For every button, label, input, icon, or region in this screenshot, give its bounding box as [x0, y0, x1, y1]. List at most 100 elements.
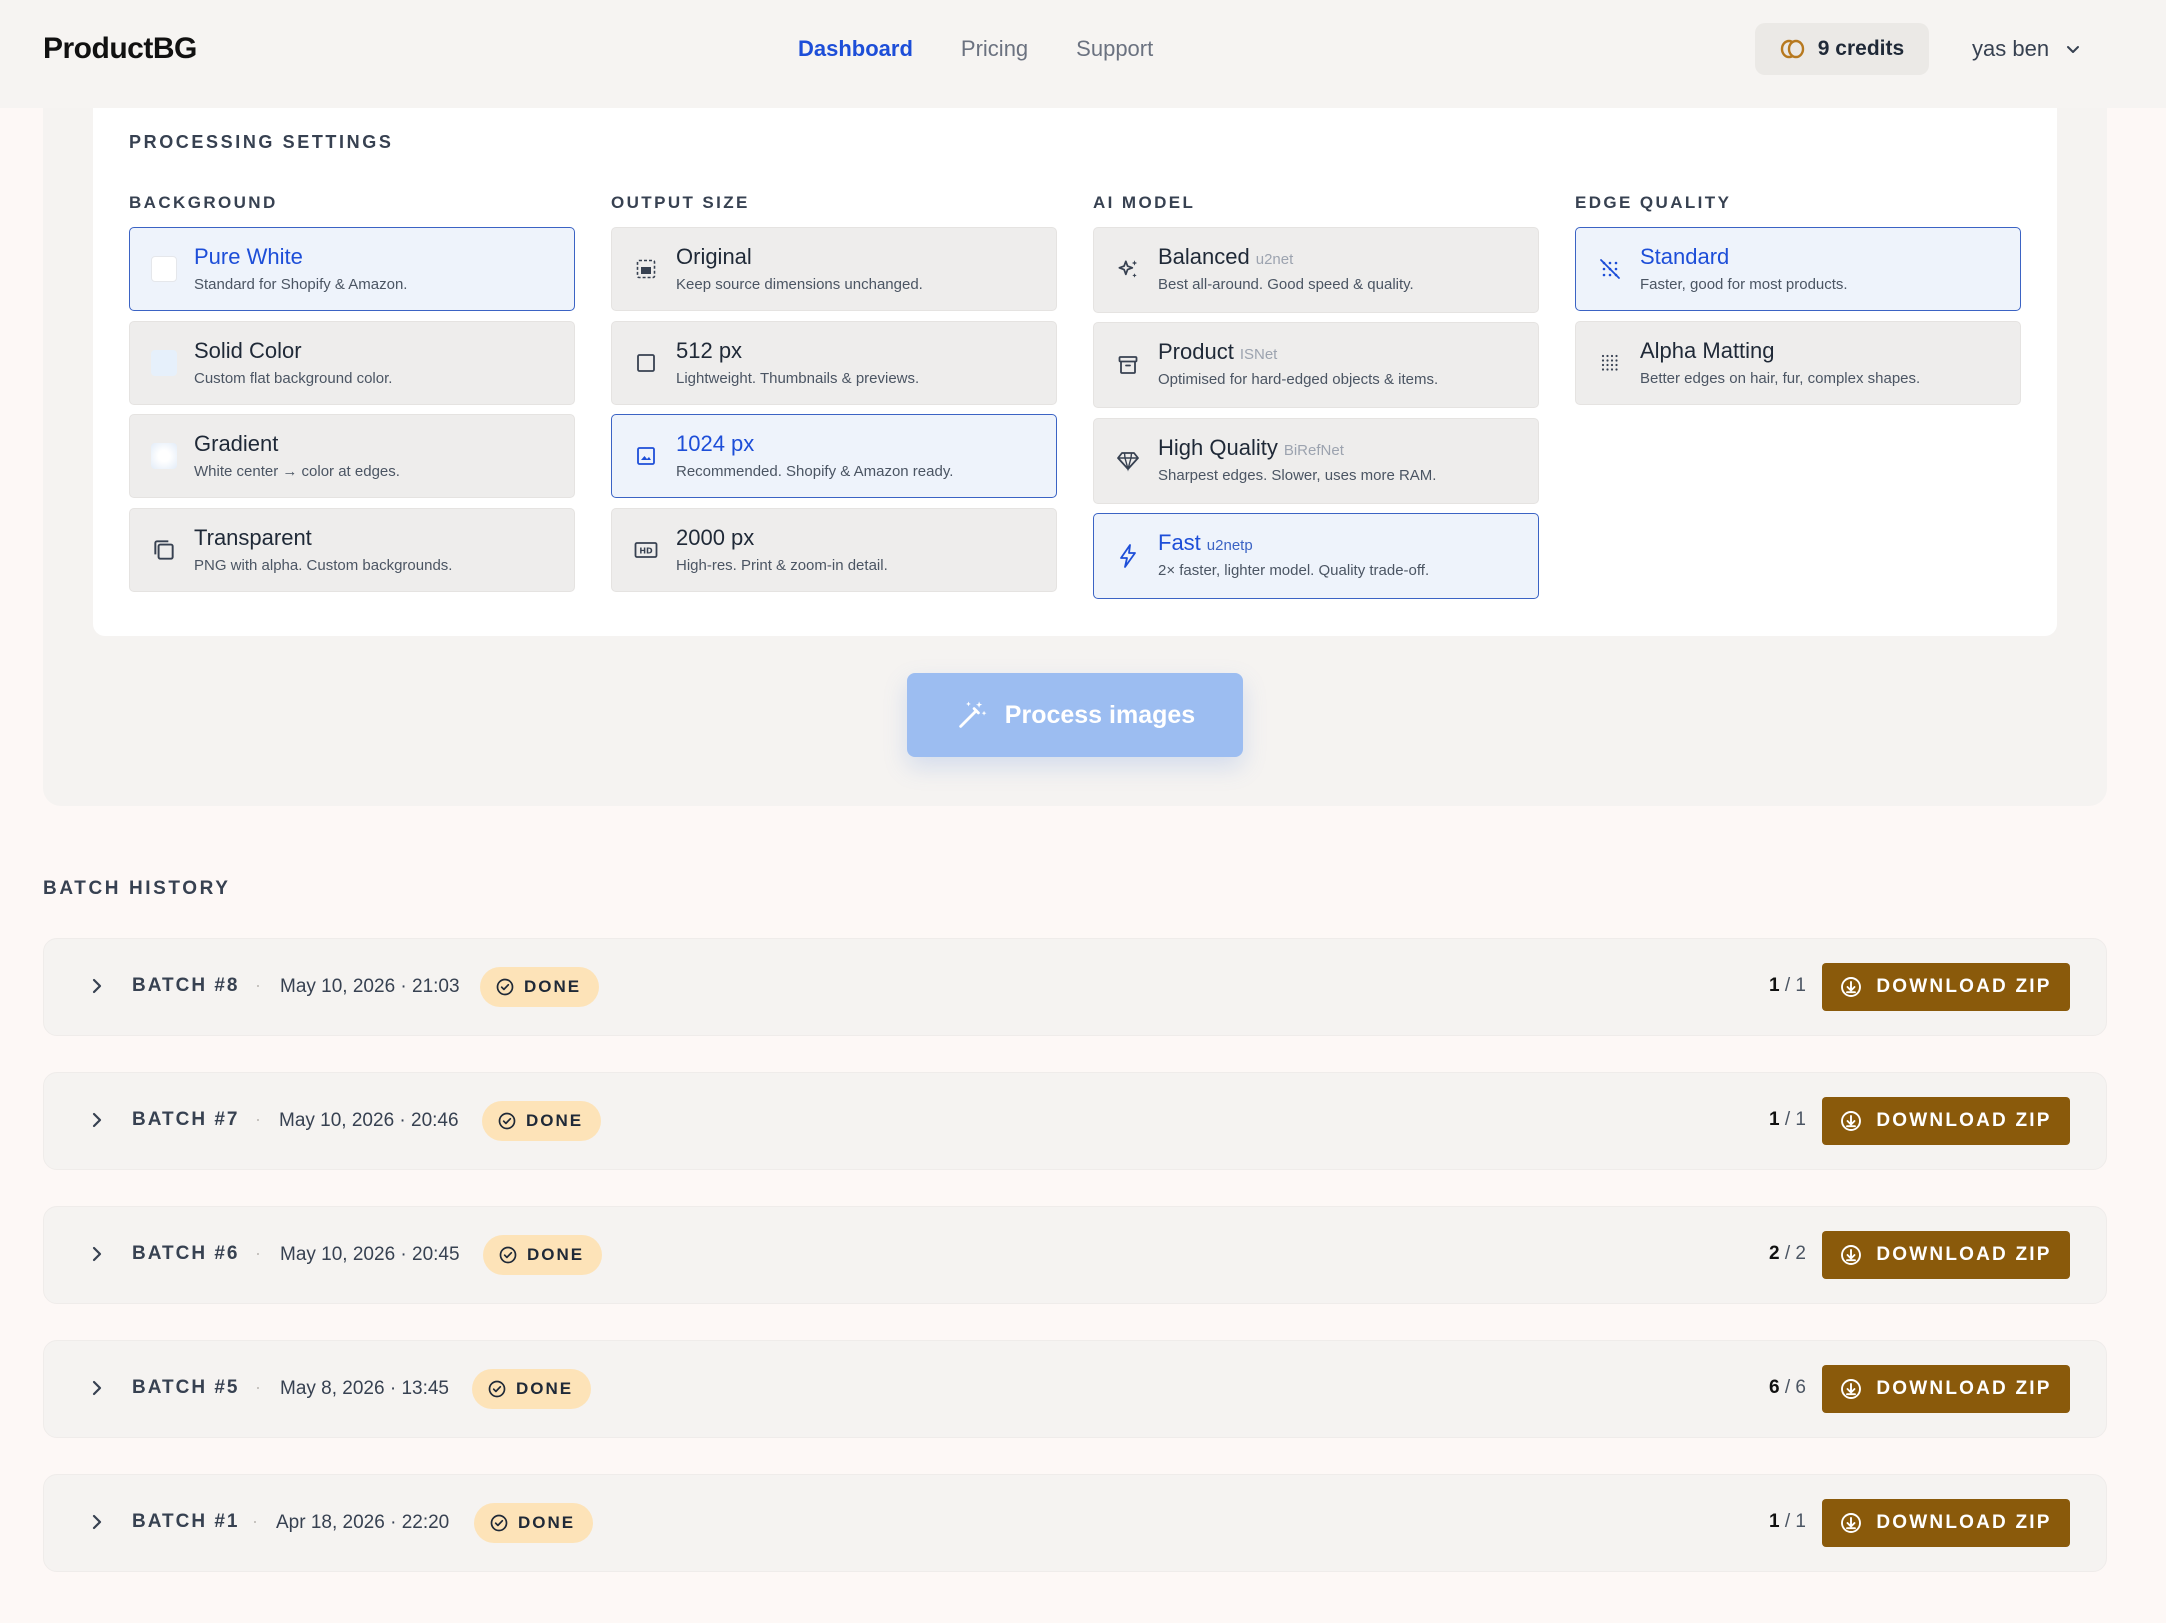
status-label: DONE — [516, 1379, 574, 1398]
batch-date: May 10, 2026 · 21:03 — [280, 976, 460, 997]
option-solid-color[interactable]: Solid Color Custom flat background color… — [129, 321, 575, 405]
option-product[interactable]: Product ISNet Optimised for hard-edged ob… — [1093, 322, 1539, 408]
batch-count: 2 / 2 — [1769, 1243, 1806, 1264]
check-circle-icon — [488, 1380, 506, 1398]
chevron-right-icon[interactable] — [86, 1511, 108, 1533]
batch-date: May 10, 2026 · 20:45 — [280, 1244, 460, 1265]
option-name: Transparent — [194, 525, 312, 550]
image-icon — [632, 442, 660, 470]
column-title-ai-model: AI MODEL — [1093, 193, 1196, 212]
option-desc: Better edges on hair, fur, complex shape… — [1640, 370, 1921, 387]
batch-row[interactable]: BATCH #7 · May 10, 2026 · 20:46 DONE 1 /… — [43, 1072, 2107, 1170]
chevron-down-icon — [2067, 46, 2080, 53]
brand-logo[interactable]: ProductBG — [43, 32, 197, 66]
status-badge: DONE — [482, 1101, 602, 1141]
model-tag: BiRefNet — [1283, 442, 1344, 459]
download-zip-label: DOWNLOAD ZIP — [1876, 1512, 2052, 1533]
download-zip-button[interactable]: DOWNLOAD ZIP — [1822, 1097, 2070, 1145]
chevron-right-icon[interactable] — [86, 975, 108, 997]
option-high-quality[interactable]: High Quality BiRefNet Sharpest edges. Slo… — [1093, 418, 1539, 504]
separator-dot: · — [255, 1243, 261, 1263]
download-zip-button[interactable]: DOWNLOAD ZIP — [1822, 963, 2070, 1011]
chevron-right-icon[interactable] — [86, 1377, 108, 1399]
download-circle-icon — [1841, 1513, 1862, 1533]
image-frame-icon — [632, 255, 660, 283]
separator-dot: · — [255, 1109, 261, 1129]
nav-pricing[interactable]: Pricing — [961, 36, 1028, 62]
model-tag: u2netp — [1206, 537, 1253, 554]
section-title-processing: PROCESSING SETTINGS — [129, 132, 394, 152]
separator-dot: · — [255, 975, 261, 995]
download-circle-icon — [1841, 1111, 1862, 1131]
option-desc: High-res. Print & zoom-in detail. — [676, 557, 888, 574]
option-original[interactable]: Original Keep source dimensions unchange… — [611, 227, 1057, 311]
batch-row[interactable]: BATCH #6 · May 10, 2026 · 20:45 DONE 2 /… — [43, 1206, 2107, 1304]
option-desc: Custom flat background color. — [194, 370, 393, 387]
batch-row[interactable]: BATCH #1 · Apr 18, 2026 · 22:20 DONE 1 /… — [43, 1474, 2107, 1572]
download-zip-button[interactable]: DOWNLOAD ZIP — [1822, 1499, 2070, 1547]
chevron-right-icon[interactable] — [86, 1243, 108, 1265]
option-name: Gradient — [194, 431, 279, 456]
nav-dashboard[interactable]: Dashboard — [798, 36, 913, 62]
separator-dot: · — [255, 1377, 261, 1397]
user-menu[interactable]: yas ben — [1972, 36, 2081, 62]
status-label: DONE — [524, 977, 582, 996]
option-name: Original — [676, 244, 752, 269]
option-desc: Best all-around. Good speed & quality. — [1158, 276, 1414, 293]
model-tag: u2net — [1255, 251, 1294, 268]
option-balanced[interactable]: Balanced u2net Best all-around. Good spee… — [1093, 227, 1539, 313]
option-standard[interactable]: Standard Faster, good for most products. — [1575, 227, 2021, 311]
download-zip-button[interactable]: DOWNLOAD ZIP — [1822, 1231, 2070, 1279]
square-icon — [632, 349, 660, 377]
batch-name: BATCH #1 — [132, 1511, 240, 1532]
option-name: Alpha Matting — [1640, 338, 1775, 363]
separator-dot: · — [252, 1511, 258, 1531]
download-circle-icon — [1841, 1379, 1862, 1399]
batch-count: 1 / 1 — [1769, 1511, 1806, 1532]
option-transparent[interactable]: Transparent PNG with alpha. Custom backg… — [129, 508, 575, 592]
batch-count: 6 / 6 — [1769, 1377, 1806, 1398]
option-desc: Recommended. Shopify & Amazon ready. — [676, 463, 954, 480]
status-label: DONE — [526, 1111, 584, 1130]
nav-support[interactable]: Support — [1076, 36, 1153, 62]
white-swatch-icon — [150, 255, 178, 283]
download-zip-label: DOWNLOAD ZIP — [1876, 1378, 2052, 1399]
batch-name: BATCH #7 — [132, 1109, 240, 1130]
option-fast[interactable]: Fast u2netp 2× faster, lighter model. Qua… — [1093, 513, 1539, 599]
option-gradient[interactable]: Gradient White center → color at edges. — [129, 414, 575, 498]
option-pure-white[interactable]: Pure White Standard for Shopify & Amazon… — [129, 227, 575, 311]
column-title-output-size: OUTPUT SIZE — [611, 193, 750, 212]
option-desc: Keep source dimensions unchanged. — [676, 276, 923, 293]
svg-text:HD: HD — [639, 547, 653, 556]
status-badge: DONE — [480, 967, 600, 1007]
option-name: Standard — [1640, 244, 1730, 269]
status-label: DONE — [518, 1513, 576, 1532]
batch-row[interactable]: BATCH #8 · May 10, 2026 · 21:03 DONE 1 /… — [43, 938, 2107, 1036]
process-images-button[interactable]: Process images — [907, 673, 1243, 757]
check-circle-icon — [499, 1246, 517, 1264]
download-zip-button[interactable]: DOWNLOAD ZIP — [1822, 1365, 2070, 1413]
option-desc: PNG with alpha. Custom backgrounds. — [194, 557, 453, 574]
batch-name: BATCH #8 — [132, 975, 240, 996]
option-2000px[interactable]: HD 2000 px High-res. Print & zoom-in det… — [611, 508, 1057, 592]
magic-wand-icon — [959, 701, 987, 728]
download-zip-label: DOWNLOAD ZIP — [1876, 1244, 2052, 1265]
option-512px[interactable]: 512 px Lightweight. Thumbnails & preview… — [611, 321, 1057, 405]
batch-row[interactable]: BATCH #5 · May 8, 2026 · 13:45 DONE 6 / … — [43, 1340, 2107, 1438]
option-alpha-matting[interactable]: Alpha Matting Better edges on hair, fur,… — [1575, 321, 2021, 405]
option-name: Solid Color — [194, 338, 302, 363]
status-badge: DONE — [474, 1503, 594, 1543]
solid-swatch-icon — [150, 349, 178, 377]
chevron-right-icon[interactable] — [86, 1109, 108, 1131]
credits-badge[interactable]: 9 credits — [1755, 23, 1929, 75]
download-circle-icon — [1841, 1245, 1862, 1265]
status-label: DONE — [527, 1245, 585, 1264]
credits-label: 9 credits — [1817, 37, 1905, 60]
option-desc: Standard for Shopify & Amazon. — [194, 276, 408, 293]
option-name: Product — [1158, 339, 1234, 364]
download-circle-icon — [1841, 977, 1862, 997]
option-1024px[interactable]: 1024 px Recommended. Shopify & Amazon re… — [611, 414, 1057, 498]
option-name: 2000 px — [676, 525, 755, 550]
batch-name: BATCH #5 — [132, 1377, 240, 1398]
option-name: Pure White — [194, 244, 303, 269]
